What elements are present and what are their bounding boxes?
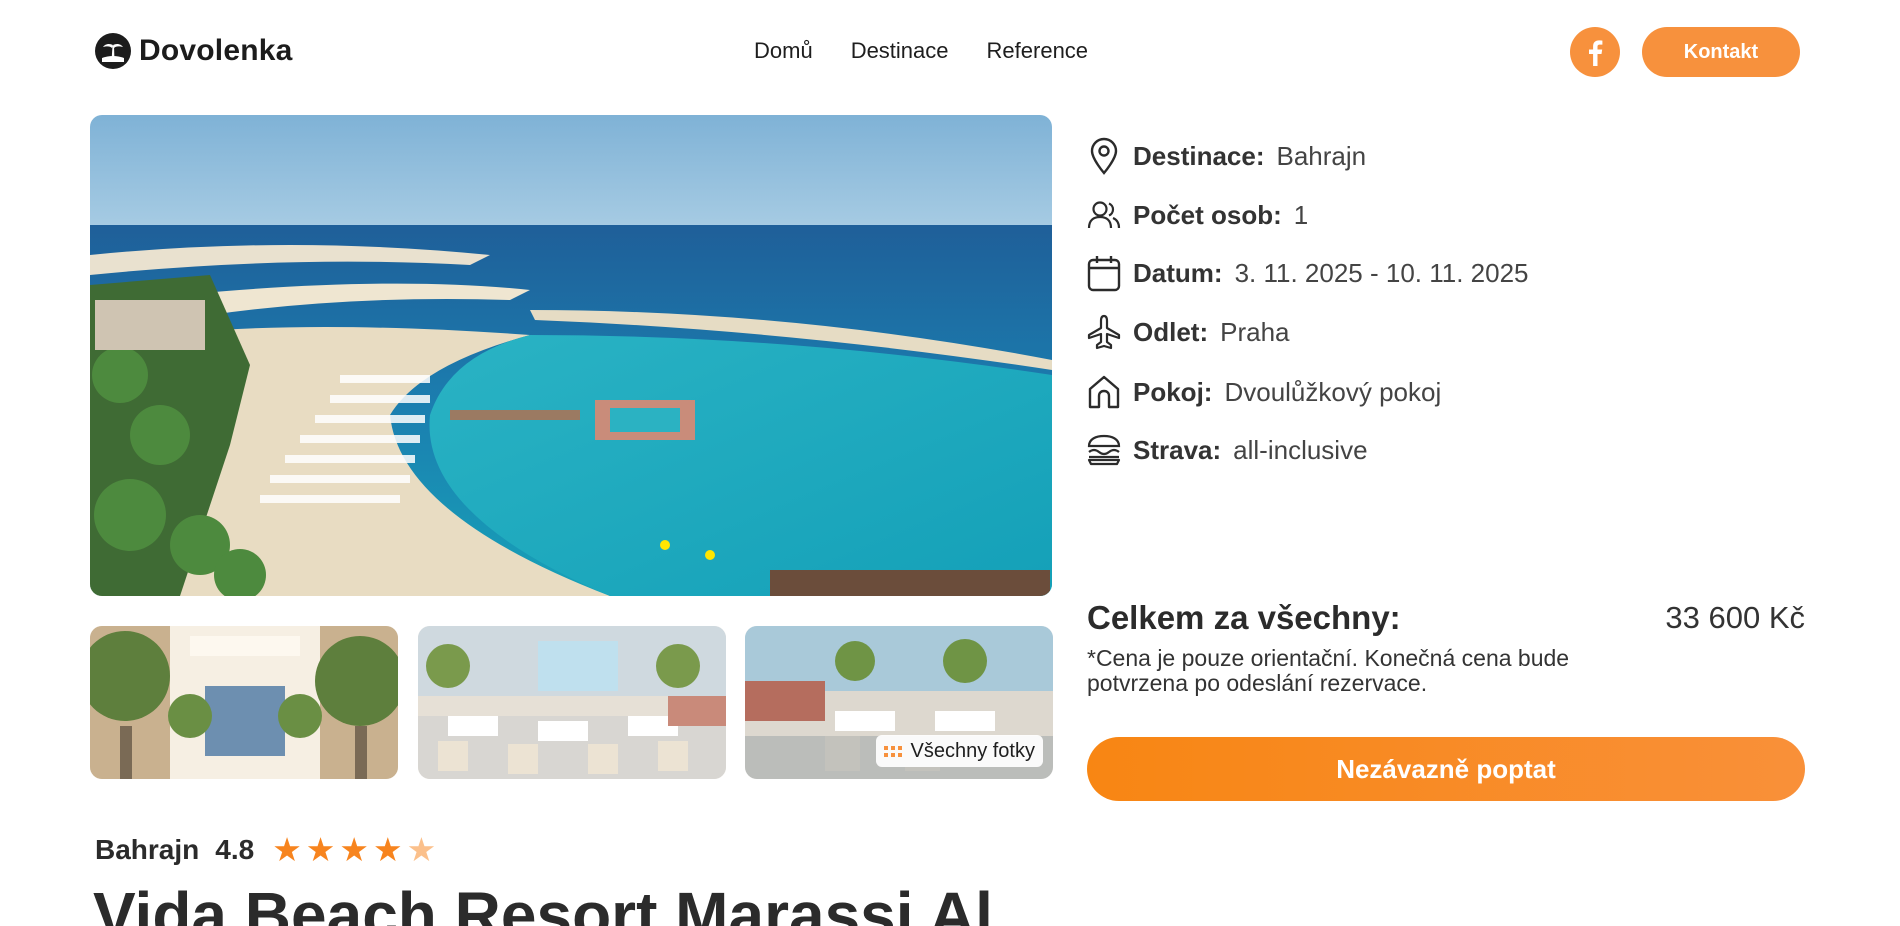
detail-departure-label: Odlet: [1133,316,1209,347]
hotel-rating: 4.8 [215,833,255,865]
detail-persons-label: Počet osob: [1133,199,1282,230]
star-filled-icon: ★ [305,831,336,868]
logo-text: Dovolenka [139,34,293,67]
hotel-destination: Bahrajn [95,833,200,865]
detail-board-value: all-inclusive [1233,434,1368,465]
hero-photo-beach[interactable] [90,115,1052,596]
logo[interactable]: Dovolenka [95,33,293,69]
food-icon [1085,430,1123,470]
all-photos-label: Všechny fotky [910,739,1035,762]
location-pin-icon [1085,136,1123,176]
palm-tree-icon [95,33,131,69]
detail-room: Pokoj: Dvoulůžkový pokoj [1085,372,1805,412]
detail-departure-value: Praha [1220,316,1290,347]
nav-item-destinations[interactable]: Destinace [851,38,949,64]
nav-item-home[interactable]: Domů [754,38,813,64]
hotel-name: Vida Beach Resort Marassi Al [93,879,993,926]
detail-persons-value: 1 [1293,199,1309,230]
house-icon [1085,372,1123,412]
star-empty-icon: ★ [406,831,437,868]
inquire-button[interactable]: Nezávazně poptat [1087,737,1805,801]
grid-icon [884,745,903,757]
total-price: 33 600 Kč [1665,600,1805,635]
detail-board-label: Strava: [1133,434,1222,465]
detail-destination: Destinace: Bahrajn [1085,136,1805,176]
star-filled-icon: ★ [339,831,369,868]
calendar-icon [1085,253,1123,293]
site-header: Dovolenka Domů Destinace Reference Konta… [0,0,1900,104]
detail-departure: Odlet: Praha [1085,312,1805,352]
hotel-subtitle-row: Bahrajn 4.8 ★ ★ ★ ★ ★ [95,833,436,866]
contact-button[interactable]: Kontakt [1642,27,1800,77]
thumb-photo-terrace[interactable]: Všechny fotky [745,626,1053,779]
nav-item-references[interactable]: Reference [987,38,1089,64]
detail-persons: Počet osob: 1 [1085,195,1805,235]
facebook-icon [1589,40,1603,66]
detail-date-value: 3. 11. 2025 - 10. 11. 2025 [1234,257,1529,288]
detail-room-label: Pokoj: [1133,376,1213,407]
people-icon [1085,195,1123,235]
detail-date-label: Datum: [1133,257,1223,288]
price-note: *Cena je pouze orientační. Konečná cena … [1087,645,1570,696]
thumb-photo-restaurant[interactable] [418,626,726,779]
star-filled-icon: ★ [372,831,403,868]
detail-room-value: Dvoulůžkový pokoj [1224,376,1442,407]
trip-details: Destinace: Bahrajn Počet osob: 1 Datum: … [1085,136,1805,489]
plane-icon [1085,312,1123,352]
main-nav: Domů Destinace Reference [754,38,1088,64]
total-row: Celkem za všechny: 33 600 Kč [1087,599,1805,637]
detail-destination-value: Bahrajn [1276,140,1367,171]
thumb-photo-lobby[interactable] [90,626,398,779]
detail-date: Datum: 3. 11. 2025 - 10. 11. 2025 [1085,253,1805,293]
star-rating: ★ ★ ★ ★ ★ [272,833,436,866]
detail-destination-label: Destinace: [1133,140,1265,171]
star-filled-icon: ★ [272,831,302,868]
total-label: Celkem za všechny: [1087,599,1401,636]
facebook-button[interactable] [1570,27,1620,77]
all-photos-button[interactable]: Všechny fotky [876,735,1043,767]
detail-board: Strava: all-inclusive [1085,430,1805,470]
